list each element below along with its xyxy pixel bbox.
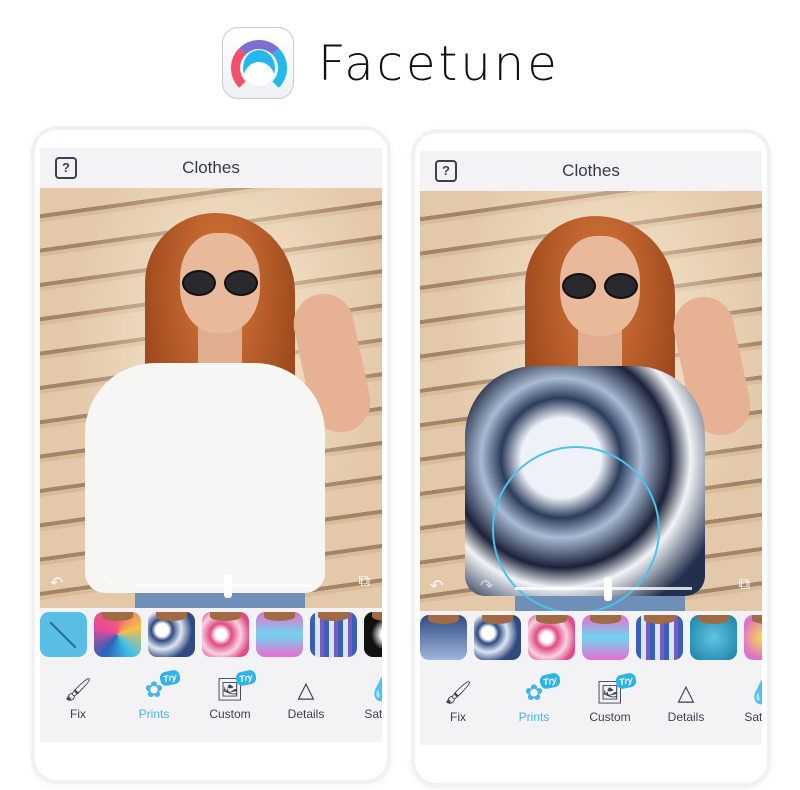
tool-bar: 🖌 Fix ✿ Try Prints 🖼 Try Custom △ Detail… bbox=[420, 664, 762, 744]
print-thumb-blue-stripes[interactable] bbox=[636, 615, 683, 660]
tool-prints[interactable]: ✿ Try Prints bbox=[116, 669, 192, 741]
redo-icon[interactable]: ↷ bbox=[100, 573, 113, 593]
palette-icon: ✿ bbox=[144, 677, 164, 702]
tool-label: Custom bbox=[589, 710, 631, 724]
slider-knob[interactable] bbox=[603, 577, 612, 601]
tool-label: Satura bbox=[364, 707, 382, 721]
tool-fix[interactable]: 🖌 Fix bbox=[420, 678, 496, 744]
tool-label: Prints bbox=[138, 707, 170, 721]
slider-knob[interactable] bbox=[223, 574, 232, 598]
print-thumb-pink-cyan[interactable] bbox=[256, 612, 303, 657]
tool-details[interactable]: △ Details bbox=[648, 678, 724, 744]
tool-details[interactable]: △ Details bbox=[268, 675, 344, 741]
facetune-logo bbox=[222, 27, 294, 99]
drop-icon: 💧 bbox=[724, 678, 762, 708]
photo-canvas[interactable]: ↶ ↷ ⧉ bbox=[40, 188, 382, 608]
phone-screen-after: ? Clothes ↶ ↷ ⧉ 🖌 Fix ✿ Try Prints 🖼 Try… bbox=[415, 133, 767, 783]
brush-icon: 🖌 bbox=[64, 677, 92, 702]
phone-screen-before: ? Clothes ↶ ↷ ⧉ 🖌 Fix ✿ Try Prints 🖼 Try… bbox=[35, 130, 387, 780]
help-button[interactable]: ? bbox=[435, 160, 457, 182]
redo-icon[interactable]: ↷ bbox=[480, 576, 493, 596]
tool-custom[interactable]: 🖼 Try Custom bbox=[572, 672, 648, 744]
tool-label: Details bbox=[667, 710, 705, 724]
intensity-slider[interactable] bbox=[135, 574, 312, 598]
screen-title: Clothes bbox=[182, 158, 240, 177]
prints-strip[interactable] bbox=[40, 608, 382, 661]
print-none[interactable] bbox=[40, 612, 87, 657]
triangle-icon: △ bbox=[297, 677, 315, 702]
prints-strip[interactable] bbox=[420, 611, 762, 664]
brush-icon: 🖌 bbox=[444, 680, 472, 705]
photo-canvas[interactable]: ↶ ↷ ⧉ bbox=[420, 191, 762, 611]
undo-icon[interactable]: ↶ bbox=[50, 573, 63, 593]
print-thumb-navy-white[interactable] bbox=[148, 612, 195, 657]
intensity-slider[interactable] bbox=[515, 577, 692, 601]
tool-satura[interactable]: 💧 Satura bbox=[724, 678, 762, 744]
tool-label: Fix bbox=[70, 707, 86, 721]
header: ? Clothes bbox=[420, 151, 762, 191]
image-gallery-icon: 🖼 bbox=[596, 680, 624, 705]
shirt bbox=[85, 363, 325, 593]
tool-label: Satura bbox=[744, 710, 762, 724]
palette-icon: ✿ bbox=[524, 680, 544, 705]
screen-title: Clothes bbox=[562, 161, 620, 180]
undo-icon[interactable]: ↶ bbox=[430, 576, 443, 596]
print-thumb-pink-white[interactable] bbox=[202, 612, 249, 657]
tool-label: Prints bbox=[518, 710, 550, 724]
print-thumb-pink-white[interactable] bbox=[528, 615, 575, 660]
tool-bar: 🖌 Fix ✿ Try Prints 🖼 Try Custom △ Detail… bbox=[40, 661, 382, 741]
tool-label: Custom bbox=[209, 707, 251, 721]
help-button[interactable]: ? bbox=[55, 157, 77, 179]
compare-icon[interactable]: ⧉ bbox=[359, 573, 370, 591]
print-thumb-navy-white[interactable] bbox=[474, 615, 521, 660]
tool-custom[interactable]: 🖼 Try Custom bbox=[192, 669, 268, 741]
print-thumb-black-white[interactable] bbox=[364, 612, 382, 657]
print-thumb-teal[interactable] bbox=[690, 615, 737, 660]
tool-fix[interactable]: 🖌 Fix bbox=[40, 675, 116, 741]
compare-icon[interactable]: ⧉ bbox=[739, 576, 750, 594]
tool-label: Fix bbox=[450, 710, 466, 724]
header: ? Clothes bbox=[40, 148, 382, 188]
tool-prints[interactable]: ✿ Try Prints bbox=[496, 672, 572, 744]
print-thumb-yellow-pink[interactable] bbox=[744, 615, 762, 660]
print-thumb-pink-cyan[interactable] bbox=[582, 615, 629, 660]
print-thumb-blue-stripes[interactable] bbox=[310, 612, 357, 657]
tool-satura[interactable]: 💧 Satura bbox=[344, 675, 382, 741]
brand-name: Facetune bbox=[318, 36, 560, 92]
image-gallery-icon: 🖼 bbox=[216, 677, 244, 702]
print-thumb-rainbow-spiral[interactable] bbox=[94, 612, 141, 657]
drop-icon: 💧 bbox=[344, 675, 382, 705]
triangle-icon: △ bbox=[677, 680, 695, 705]
print-thumb-blue-partial[interactable] bbox=[420, 615, 467, 660]
tool-label: Details bbox=[287, 707, 325, 721]
